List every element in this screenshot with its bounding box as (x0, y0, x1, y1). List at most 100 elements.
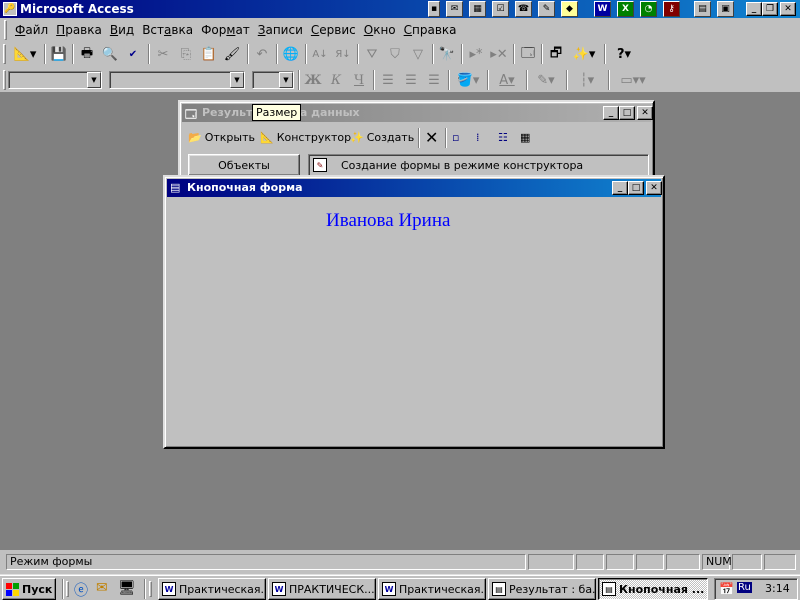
restore-button[interactable]: ❐ (762, 2, 778, 16)
task-button-database[interactable]: ▤ Результат : ба... (488, 578, 596, 600)
task-button-form[interactable]: ▤ Кнопочная ... (598, 578, 708, 600)
format-toolbar-grip[interactable] (3, 70, 6, 90)
outlook-express-icon[interactable]: ✉ (96, 580, 108, 596)
undo-icon[interactable]: ↶ (251, 44, 273, 65)
spelling-icon[interactable]: ✔ (122, 44, 144, 65)
chevron-down-icon[interactable]: ▼ (279, 72, 293, 88)
language-indicator[interactable]: Ru (737, 582, 752, 593)
font-combo[interactable]: ▼ (109, 71, 245, 89)
menu-records[interactable]: Записи (254, 20, 307, 40)
new-object-icon[interactable]: ✨▾ (568, 44, 600, 65)
delete-record-icon[interactable]: ▸✕ (488, 44, 510, 65)
task-button-word-1[interactable]: W Практическая... (158, 578, 266, 600)
scheduler-icon[interactable]: 📅 (719, 582, 734, 596)
close-button[interactable]: ✕ (780, 2, 796, 16)
form-minimize-button[interactable]: _ (612, 181, 628, 195)
line-color-icon[interactable]: ✎▾ (530, 70, 562, 91)
minimize-button[interactable]: _ (746, 2, 762, 16)
small-icons-icon[interactable]: ⁞ (476, 126, 480, 148)
large-icons-icon[interactable]: ▫ (452, 126, 459, 148)
toolbar-grip[interactable] (3, 44, 6, 64)
create-button[interactable]: ✨ Создать (350, 126, 414, 148)
border-width-icon[interactable]: ┆▾ (570, 70, 604, 91)
database-window-icon[interactable]: 🗗 (545, 44, 567, 65)
calendar-icon[interactable]: ▦ (469, 1, 486, 17)
sticky-note-icon[interactable]: ◆ (561, 1, 578, 17)
paste-icon[interactable]: 📋 (198, 44, 220, 65)
word-icon[interactable]: W (594, 1, 611, 17)
properties-icon[interactable]: 🗔 (517, 44, 539, 65)
help-icon[interactable]: ?▾ (608, 44, 640, 65)
fill-color-icon[interactable]: 🪣▾ (452, 70, 484, 91)
align-center-icon[interactable]: ☰ (400, 70, 422, 91)
mail-icon[interactable]: ✉ (446, 1, 463, 17)
notes-icon[interactable]: ✎ (538, 1, 555, 17)
list-item[interactable]: ✎ Создание формы в режиме конструктора (309, 155, 648, 175)
list-view-icon[interactable]: ☷ (498, 126, 508, 148)
format-painter-icon[interactable]: 🖌 (221, 44, 243, 65)
open-button[interactable]: 📂 Открыть (188, 126, 255, 148)
sort-ascending-icon[interactable]: A↓ (309, 44, 331, 65)
task-button-word-3[interactable]: W Практическая... (378, 578, 486, 600)
font-color-icon[interactable]: A▾ (491, 70, 523, 91)
menu-view[interactable]: Вид (106, 20, 138, 40)
schedule-icon[interactable]: ◔ (640, 1, 657, 17)
underline-icon[interactable]: Ч (348, 70, 370, 91)
clock[interactable]: 3:14 (765, 582, 790, 595)
sort-descending-icon[interactable]: Я↓ (332, 44, 354, 65)
filter-selection-icon[interactable]: ⛛ (361, 44, 383, 65)
form-window-titlebar[interactable]: ▤ Кнопочная форма (167, 179, 661, 197)
start-button[interactable]: Пуск (2, 578, 56, 600)
menu-grip[interactable] (4, 20, 7, 40)
chevron-down-icon[interactable]: ▼ (87, 72, 101, 88)
copy-icon[interactable]: ⎘ (175, 44, 197, 65)
menu-file[interactable]: Файл (11, 20, 52, 40)
cut-icon[interactable]: ✂ (152, 44, 174, 65)
delete-icon[interactable]: ✕ (425, 126, 438, 148)
database-window[interactable]: 🗔 Результат : база данных _ □ ✕ 📂Открыть… (178, 100, 655, 180)
menu-edit[interactable]: Правка (52, 20, 106, 40)
access-app-icon[interactable]: 🔑 (3, 2, 17, 16)
excel-icon[interactable]: X (617, 1, 634, 17)
db-minimize-button[interactable]: _ (603, 106, 619, 120)
menu-insert[interactable]: Вставка (138, 20, 197, 40)
menu-tools[interactable]: Сервис (307, 20, 360, 40)
menu-window[interactable]: Окно (360, 20, 400, 40)
find-binoculars-icon[interactable]: 🔭 (436, 44, 458, 65)
form-maximize-button[interactable]: □ (628, 181, 644, 195)
objects-button[interactable]: Объекты (188, 154, 300, 176)
print-preview-icon[interactable]: 🔍 (99, 44, 121, 65)
form-close-button[interactable]: ✕ (646, 181, 662, 195)
object-combo[interactable]: ▼ (8, 71, 102, 89)
ie-icon[interactable]: ⓔ (74, 580, 88, 600)
task-button-word-2[interactable]: W ПРАКТИЧЕСК... (268, 578, 376, 600)
office-bar-grip-icon[interactable]: ▪ (428, 1, 440, 17)
db-maximize-button[interactable]: □ (619, 106, 635, 120)
menu-help[interactable]: Справка (400, 20, 461, 40)
special-effect-icon[interactable]: ▭▾▾ (612, 70, 654, 91)
app-titlebar[interactable]: 🔑 Microsoft Access ▪ ✉ ▦ ☑ ☎ ✎ ◆ W X ◔ ⚷… (0, 0, 800, 18)
contacts-icon[interactable]: ☎ (515, 1, 532, 17)
bold-icon[interactable]: Ж (302, 70, 324, 91)
binder-icon[interactable]: ▤ (694, 1, 711, 17)
save-icon[interactable]: 💾 (48, 44, 70, 65)
apply-filter-icon[interactable]: ▽ (407, 44, 429, 65)
view-design-icon[interactable]: 📐▾ (10, 44, 40, 65)
align-right-icon[interactable]: ☰ (423, 70, 445, 91)
print-icon[interactable]: 🖶 (76, 44, 98, 65)
explorer-icon[interactable]: ▣ (717, 1, 734, 17)
align-left-icon[interactable]: ☰ (377, 70, 399, 91)
form-window[interactable]: ▤ Кнопочная форма _ □ ✕ Иванова Ирина (163, 175, 665, 449)
db-close-button[interactable]: ✕ (637, 106, 653, 120)
font-size-combo[interactable]: ▼ (252, 71, 294, 89)
access-key-icon[interactable]: ⚷ (663, 1, 680, 17)
show-desktop-icon[interactable]: 🖥 (118, 580, 136, 596)
task-check-icon[interactable]: ☑ (492, 1, 509, 17)
design-button[interactable]: 📐 Конструктор (260, 126, 351, 148)
details-view-icon[interactable]: ▦ (520, 126, 530, 148)
italic-icon[interactable]: К (325, 70, 347, 91)
filter-form-icon[interactable]: ⛉ (384, 44, 406, 65)
menu-format[interactable]: Формат (197, 20, 254, 40)
new-record-icon[interactable]: ▸* (465, 44, 487, 65)
hyperlink-icon[interactable]: 🌐 (280, 44, 302, 65)
